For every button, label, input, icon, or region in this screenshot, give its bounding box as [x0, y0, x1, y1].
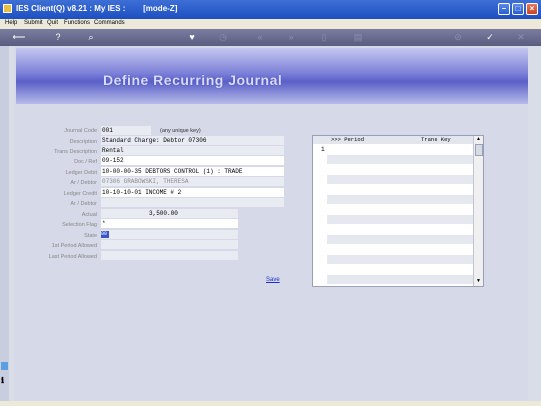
- fast-forward-icon[interactable]: »: [285, 32, 297, 43]
- label-ledger-debit: Ledger Debit: [65, 170, 98, 176]
- label-ar-debtor: Ar / Debtor: [70, 180, 97, 186]
- description-field[interactable]: Standard Charge: Debtor 07306: [101, 136, 284, 145]
- table-row[interactable]: [327, 235, 475, 244]
- label-journal-code: Journal Code: [64, 128, 97, 134]
- row-number: 1: [321, 146, 325, 153]
- table-row[interactable]: [327, 185, 475, 194]
- scroll-up-icon[interactable]: ▲: [475, 136, 482, 143]
- table-row[interactable]: [327, 195, 475, 204]
- scroll-down-icon[interactable]: ▼: [475, 278, 482, 285]
- status-bar: [0, 401, 541, 406]
- app-icon: [3, 4, 12, 13]
- period-grid: >>> Period Trans Key 1 ▲ ▼: [312, 135, 484, 287]
- back-key-icon[interactable]: ⟵: [8, 32, 30, 43]
- settings-icon[interactable]: [1, 362, 8, 370]
- toolbar: ⟵ ? ⌕ ♥ ◷ « » ▯ ▤ ⊘ ✓ ✕: [0, 29, 541, 46]
- table-row[interactable]: [327, 165, 475, 174]
- label-last-period-allowed: Last Period Allowed: [48, 254, 97, 260]
- journal-code-field[interactable]: 001: [101, 126, 151, 135]
- menu-submit[interactable]: Submit: [24, 20, 43, 26]
- ar-debtor-field[interactable]: 07306 GRABOWSKI, THERESA: [101, 177, 284, 186]
- search-icon[interactable]: ⌕: [85, 32, 97, 43]
- info-icon[interactable]: ℹ: [1, 376, 4, 385]
- window-title: IES Client(Q) v8.21 : My IES : [mode-Z]: [16, 4, 178, 13]
- clock-icon[interactable]: ◷: [217, 32, 229, 43]
- menu-functions[interactable]: Functions: [64, 20, 90, 26]
- table-row[interactable]: [327, 155, 475, 164]
- table-row[interactable]: [327, 205, 475, 214]
- rewind-icon[interactable]: «: [254, 32, 266, 43]
- table-row[interactable]: [327, 265, 475, 274]
- label-selection-flag: Selection Flag: [62, 222, 97, 228]
- last-period-allowed-field[interactable]: [101, 251, 238, 260]
- journal-code-hint: (any unique key): [160, 128, 201, 134]
- table-row[interactable]: [327, 145, 475, 154]
- label-doc-ref: Doc / Ref: [74, 159, 97, 165]
- document-icon[interactable]: ▯: [318, 32, 330, 43]
- trans-description-field[interactable]: Rental: [101, 146, 284, 155]
- minimize-button[interactable]: –: [498, 3, 510, 15]
- column-period[interactable]: >>> Period: [331, 136, 364, 144]
- doc-ref-field[interactable]: 09-152: [101, 156, 284, 165]
- ledger-debit-field[interactable]: 10-00-00-35 DEBTORS CONTROL (1) : TRADE: [101, 167, 284, 176]
- state-value[interactable]: 00: [101, 231, 109, 238]
- table-row[interactable]: [327, 245, 475, 254]
- menu-commands[interactable]: Commands: [94, 20, 125, 26]
- first-period-allowed-field[interactable]: [101, 240, 238, 249]
- table-row[interactable]: [327, 215, 475, 224]
- app-window: IES Client(Q) v8.21 : My IES : [mode-Z] …: [0, 0, 541, 406]
- ledger-credit-field[interactable]: 10-10-10-01 INCOME # 2: [101, 188, 284, 197]
- close-button[interactable]: ×: [526, 3, 538, 15]
- menu-bar: Help Submit Quit Functions Commands: [0, 19, 541, 29]
- printer-icon[interactable]: ▤: [352, 32, 364, 43]
- state-field[interactable]: [101, 230, 238, 239]
- label-actual: Actual: [81, 212, 97, 218]
- menu-quit[interactable]: Quit: [47, 20, 58, 26]
- scroll-thumb[interactable]: [475, 144, 483, 156]
- help-icon[interactable]: ?: [52, 32, 64, 43]
- label-first-period-allowed: 1st Period Allowed: [51, 243, 97, 249]
- ar-debtor-2-field[interactable]: [101, 198, 284, 207]
- selection-flag-field[interactable]: *: [101, 219, 238, 228]
- table-row[interactable]: [327, 255, 475, 264]
- maximize-button[interactable]: □: [512, 3, 524, 15]
- close-icon[interactable]: ✕: [515, 32, 527, 43]
- label-state: State: [84, 233, 97, 239]
- grid-header: >>> Period Trans Key: [313, 136, 475, 144]
- title-bar: IES Client(Q) v8.21 : My IES : [mode-Z] …: [0, 0, 541, 19]
- label-ar-debtor-2: Ar / Debtor: [70, 201, 97, 207]
- actual-field[interactable]: 3,500.00: [101, 209, 238, 218]
- page-title: Define Recurring Journal: [103, 72, 283, 88]
- column-trans-key[interactable]: Trans Key: [421, 136, 451, 144]
- menu-help[interactable]: Help: [5, 20, 17, 26]
- label-ledger-credit: Ledger Credit: [63, 191, 97, 197]
- label-trans-description: Trans Description: [54, 149, 97, 155]
- grid-scrollbar[interactable]: ▲ ▼: [473, 136, 483, 286]
- table-row[interactable]: [327, 225, 475, 234]
- left-strip: ℹ: [0, 46, 9, 401]
- table-row[interactable]: [327, 175, 475, 184]
- heart-icon[interactable]: ♥: [186, 32, 198, 43]
- check-icon[interactable]: ✓: [484, 32, 496, 43]
- save-link[interactable]: Save: [266, 277, 280, 283]
- trash-icon[interactable]: ⊘: [452, 32, 464, 43]
- table-row[interactable]: [327, 275, 475, 284]
- label-description: Description: [69, 139, 97, 145]
